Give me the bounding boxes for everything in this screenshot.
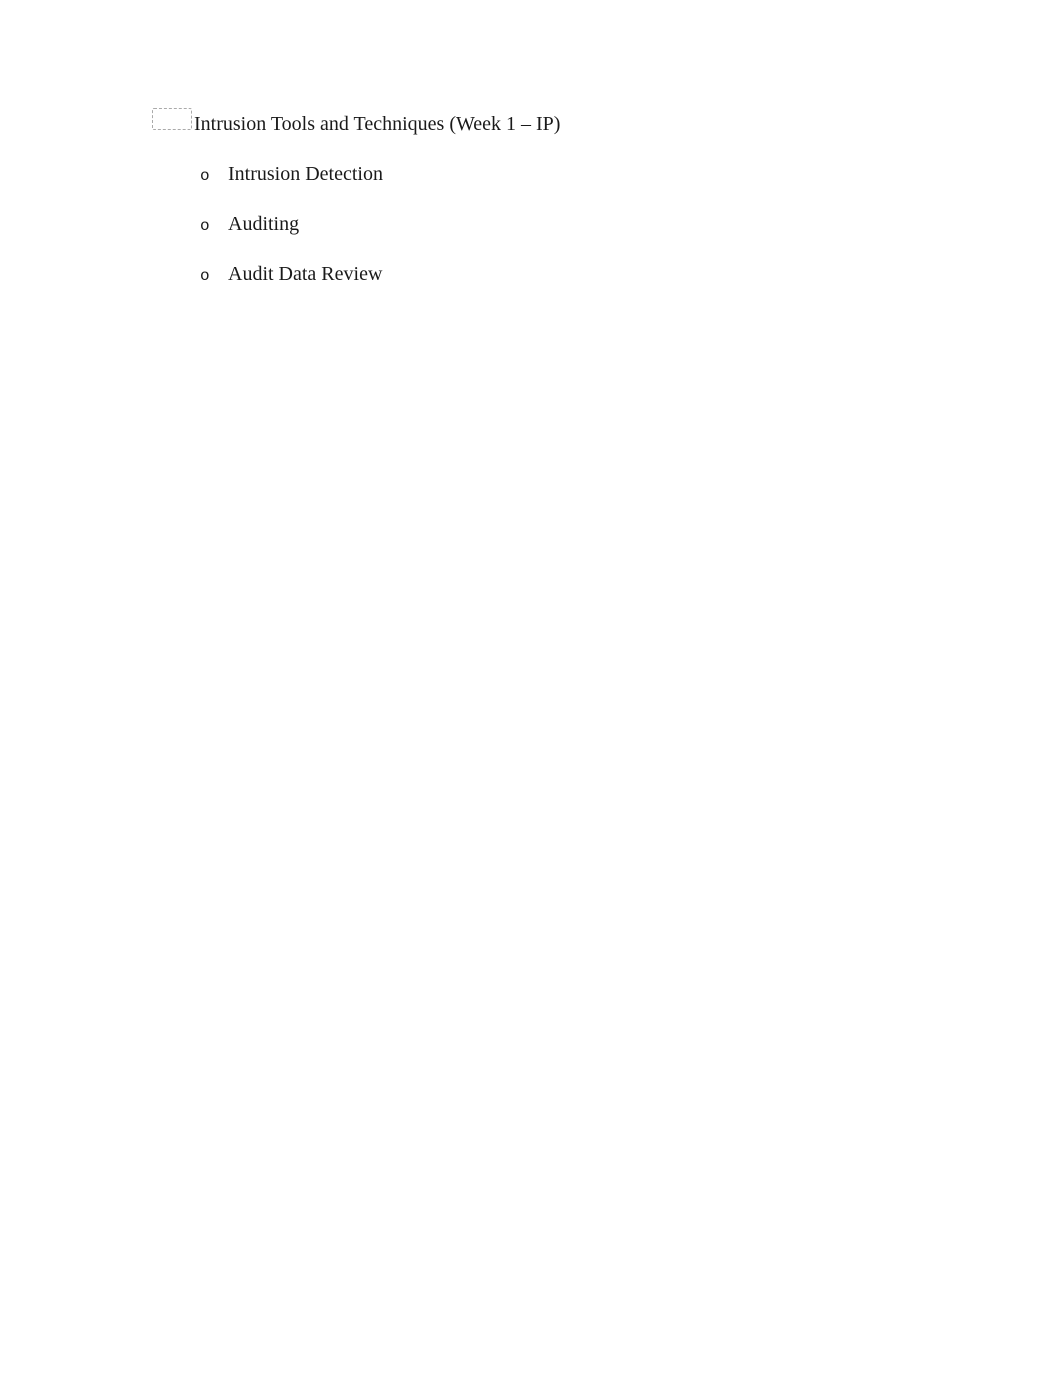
list-item-text: Intrusion Tools and Techniques (Week 1 –… xyxy=(194,111,560,137)
circle-bullet-icon: o xyxy=(200,217,228,235)
circle-bullet-icon: o xyxy=(200,167,228,185)
list-item-text: Intrusion Detection xyxy=(228,161,383,187)
list-item-text: Auditing xyxy=(228,211,299,237)
list-item-level2: o Intrusion Detection xyxy=(200,161,962,187)
document-page: Intrusion Tools and Techniques (Week 1 –… xyxy=(0,0,1062,287)
list-item-level1: Intrusion Tools and Techniques (Week 1 –… xyxy=(152,108,962,137)
list-item-level2: o Audit Data Review xyxy=(200,261,962,287)
bullet-icon xyxy=(152,108,192,130)
circle-bullet-icon: o xyxy=(200,267,228,285)
list-item-text: Audit Data Review xyxy=(228,261,382,287)
list-item-level2: o Auditing xyxy=(200,211,962,237)
